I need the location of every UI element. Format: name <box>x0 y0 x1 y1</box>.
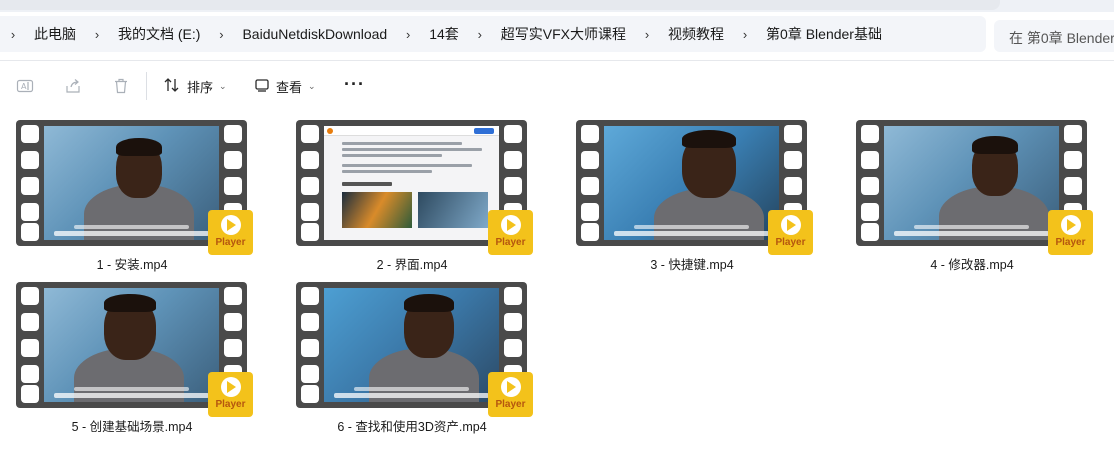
file-grid: Player 1 - 安装.mp4 Player 2 - 界面.mp4 Play… <box>0 118 1114 448</box>
chevron-right-icon[interactable]: › <box>467 27 493 42</box>
video-thumbnail[interactable]: Player <box>16 282 253 417</box>
video-frame <box>324 126 499 240</box>
file-name[interactable]: 4 - 修改器.mp4 <box>840 254 1104 273</box>
video-thumbnail[interactable]: Player <box>16 120 253 255</box>
breadcrumb-this-pc[interactable]: 此电脑 <box>26 24 84 44</box>
video-frame <box>884 126 1059 240</box>
file-item[interactable]: Player 3 - 快捷键.mp4 <box>560 118 840 274</box>
play-icon <box>500 215 521 235</box>
player-badge: Player <box>208 210 253 255</box>
view-label: 查看 <box>276 79 303 95</box>
play-icon <box>780 215 801 235</box>
file-name[interactable]: 5 - 创建基础场景.mp4 <box>0 416 264 435</box>
file-name[interactable]: 2 - 界面.mp4 <box>280 254 544 273</box>
player-badge: Player <box>208 372 253 417</box>
play-icon <box>220 215 241 235</box>
chevron-right-icon[interactable]: › <box>84 27 110 42</box>
file-item[interactable]: Player 6 - 查找和使用3D资产.mp4 <box>280 280 560 436</box>
video-thumbnail[interactable]: Player <box>296 120 533 255</box>
sort-button[interactable]: 排序 ⌄ <box>163 75 227 97</box>
file-name[interactable]: 1 - 安装.mp4 <box>0 254 264 273</box>
chevron-right-icon[interactable]: › <box>208 27 234 42</box>
chevron-right-icon[interactable]: › <box>395 27 421 42</box>
video-frame <box>44 288 219 402</box>
player-badge: Player <box>488 372 533 417</box>
title-strip <box>0 0 1114 12</box>
search-input[interactable]: 在 第0章 Blender基础 中搜索 <box>994 20 1114 52</box>
chevron-right-icon[interactable]: › <box>732 27 758 42</box>
video-thumbnail[interactable]: Player <box>856 120 1093 255</box>
chevron-down-icon: ⌄ <box>308 80 316 91</box>
player-badge: Player <box>1048 210 1093 255</box>
file-name[interactable]: 3 - 快捷键.mp4 <box>560 254 824 273</box>
sort-icon <box>163 76 181 97</box>
delete-icon[interactable] <box>111 76 131 96</box>
sort-label: 排序 <box>187 79 214 95</box>
play-icon <box>500 377 521 397</box>
file-item[interactable]: Player 5 - 创建基础场景.mp4 <box>0 280 280 436</box>
chevron-right-icon[interactable]: › <box>0 27 26 42</box>
play-icon <box>1060 215 1081 235</box>
view-icon <box>254 77 270 96</box>
svg-text:A: A <box>21 82 27 91</box>
player-badge: Player <box>768 210 813 255</box>
breadcrumb-video-tutorials[interactable]: 视频教程 <box>660 24 732 44</box>
breadcrumb-chapter-0[interactable]: 第0章 Blender基础 <box>758 24 890 44</box>
chevron-down-icon: ⌄ <box>219 80 227 91</box>
player-badge: Player <box>488 210 533 255</box>
video-frame <box>604 126 779 240</box>
file-item[interactable]: Player 1 - 安装.mp4 <box>0 118 280 274</box>
divider <box>0 60 1114 61</box>
tab-edge <box>0 0 1000 10</box>
chevron-right-icon[interactable]: › <box>634 27 660 42</box>
video-thumbnail[interactable]: Player <box>296 282 533 417</box>
breadcrumb-netdisk[interactable]: BaiduNetdiskDownload <box>234 26 395 42</box>
more-options-button[interactable]: ··· <box>344 74 365 95</box>
breadcrumb-14-sets[interactable]: 14套 <box>421 24 467 44</box>
command-bar: A 排序 ⌄ 查看 ⌄ ··· <box>0 62 1114 108</box>
file-item[interactable]: Player 2 - 界面.mp4 <box>280 118 560 274</box>
address-bar[interactable]: › 此电脑 › 我的文档 (E:) › BaiduNetdiskDownload… <box>0 16 986 52</box>
file-item[interactable]: Player 4 - 修改器.mp4 <box>840 118 1114 274</box>
video-frame <box>324 288 499 402</box>
video-thumbnail[interactable]: Player <box>576 120 813 255</box>
toolbar-divider <box>146 72 147 100</box>
play-icon <box>220 377 241 397</box>
file-name[interactable]: 6 - 查找和使用3D资产.mp4 <box>280 416 544 435</box>
share-icon[interactable] <box>63 76 83 96</box>
video-frame <box>44 126 219 240</box>
rename-icon[interactable]: A <box>15 76 35 96</box>
view-button[interactable]: 查看 ⌄ <box>254 75 316 97</box>
breadcrumb-vfx-course[interactable]: 超写实VFX大师课程 <box>493 24 634 44</box>
breadcrumb-drive[interactable]: 我的文档 (E:) <box>110 24 208 44</box>
